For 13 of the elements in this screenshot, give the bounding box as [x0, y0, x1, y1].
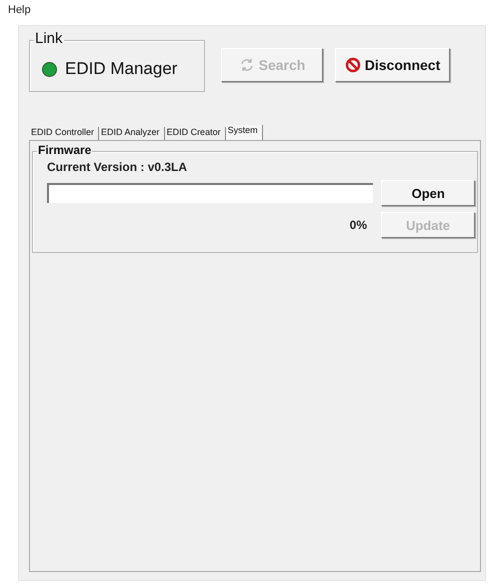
tab[interactable]: EDID Controller [29, 127, 100, 140]
device-name: EDID Manager [65, 59, 178, 79]
tab[interactable]: System [226, 125, 263, 140]
open-button[interactable]: Open [381, 180, 475, 206]
version-label: Current Version : v0.3LA [47, 160, 188, 174]
prohibited-icon [344, 57, 361, 73]
refresh-icon [238, 57, 255, 73]
file-path-field[interactable] [47, 183, 374, 203]
menu-item[interactable]: Help [8, 4, 31, 16]
disconnect-button[interactable]: Disconnect [335, 48, 450, 82]
group-title: Firmware [37, 143, 92, 157]
tab[interactable]: EDID Analyzer [99, 127, 165, 140]
progress-percent: 0% [350, 218, 367, 232]
